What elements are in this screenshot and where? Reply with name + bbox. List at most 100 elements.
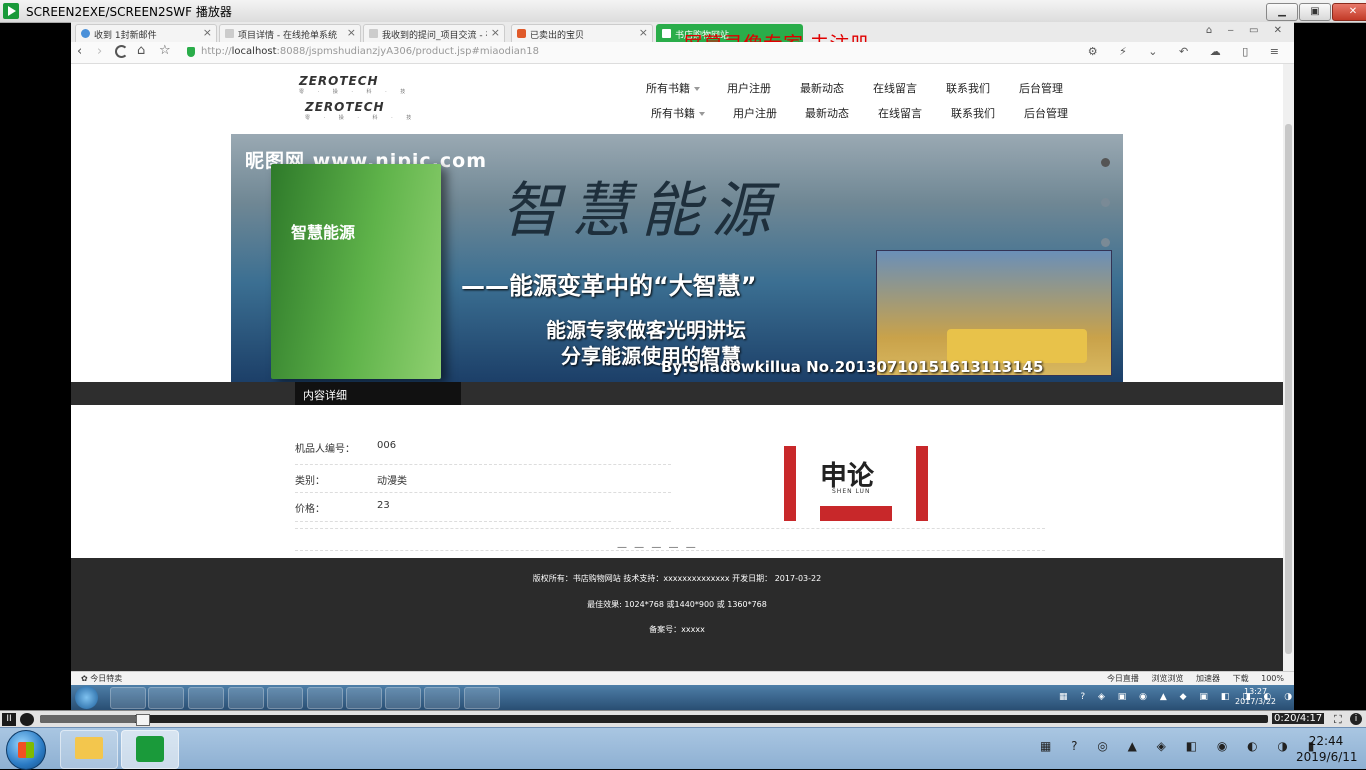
taskbar-app-icon[interactable] [385,687,421,709]
menu-admin[interactable]: 后台管理 [1019,80,1063,96]
system-clock[interactable]: 22:44 2019/6/11 [1296,733,1358,765]
start-orb-icon[interactable] [75,686,98,709]
tab-questions[interactable]: 我收到的提问_项目交流 - 在线抢× [363,24,505,43]
maximize-button[interactable]: ▣ [1299,3,1331,21]
status-zoom[interactable]: 100% [1261,674,1284,683]
close-tab-icon[interactable]: × [491,26,500,39]
system-tray-icons[interactable]: ▦ ? ◎ ▲ ◈ ◧ ◉ ◐ ◑ ▮ [1040,739,1322,753]
page-icon [225,29,234,38]
time-readout: 0:20/4:17 [1272,713,1325,724]
taskbar-app-icon[interactable] [346,687,382,709]
info-button[interactable]: i [1350,713,1362,725]
section-bar: 内容详细 [71,382,1283,405]
carousel-dot[interactable] [1101,238,1110,247]
windows-logo-icon [18,742,34,758]
forward-icon[interactable]: › [97,44,102,59]
status-deals[interactable]: ✿ 今日特卖 [81,673,122,684]
section-title: 内容详细 [303,389,347,402]
menu-messages[interactable]: 在线留言 [873,80,917,96]
banner-calligraphy: 智慧能源 [501,176,781,246]
back-icon[interactable]: ‹ [77,44,82,59]
carousel-dot[interactable] [1101,158,1110,167]
product-image[interactable]: 申论 SHEN LUN [784,446,928,521]
menu-all-books[interactable]: 所有书籍 [646,80,700,96]
scrollbar-thumb[interactable] [1285,124,1292,654]
footer-record-number: 备案号：xxxxx [649,625,705,634]
fullscreen-button[interactable]: ⛶ [1334,713,1342,727]
taskbar-player[interactable] [121,730,179,769]
menu-contact-duplicate[interactable]: 联系我们 [951,105,995,121]
taskbar-app-icon[interactable] [110,687,146,709]
seek-bar[interactable] [40,714,1268,726]
menu-admin-duplicate[interactable]: 后台管理 [1024,105,1068,121]
start-button[interactable] [6,730,46,770]
status-tools[interactable]: 今日直播 浏览浏览 加速器 下载 100% [1107,673,1284,684]
home-icon[interactable]: ⌂ [137,43,145,58]
player-icon [136,736,164,762]
tab-project-detail[interactable]: 项目详情 - 在线抢单系统 × [219,24,361,43]
taskbar-app-icon[interactable] [464,687,500,709]
menu-register-duplicate[interactable]: 用户注册 [733,105,777,121]
menu-messages-duplicate[interactable]: 在线留言 [878,105,922,121]
window-controls[interactable]: ⌂ ‒ ▭ ✕ [1206,25,1288,36]
menu-news[interactable]: 最新动态 [800,80,844,96]
divider [295,521,671,522]
taskbar-app-icon[interactable] [228,687,264,709]
chevron-down-icon [694,87,700,91]
stop-button[interactable] [20,713,34,726]
banner-line-1: 能源专家做客光明讲坛 [546,318,746,342]
close-button[interactable]: ✕ [1332,3,1366,21]
banner-subtitle: ——能源变革中的“大智慧” [461,272,757,300]
taskbar-app-icon[interactable] [424,687,460,709]
banner-book-image: 智慧能源 [271,164,441,379]
site-footer: 版权所有：书店购物网站 技术支持：xxxxxxxxxxxxxx 开发日期： 20… [71,558,1283,671]
taskbar-app-icon[interactable] [188,687,224,709]
secure-shield-icon [187,47,195,57]
pause-button[interactable]: II [2,713,16,726]
gift-icon: ✿ [81,674,91,683]
taskbar-explorer[interactable] [60,730,118,769]
site-logo[interactable]: ZEROTECH 零 · 操 · 科 · 技 [299,74,411,95]
close-tab-icon[interactable]: × [203,26,212,39]
menu-news-duplicate[interactable]: 最新动态 [805,105,849,121]
seek-handle[interactable] [136,714,150,726]
taskbar-app-icon[interactable] [307,687,343,709]
taskbar-app-icon[interactable] [148,687,184,709]
footer-copyright: 版权所有：书店购物网站 技术支持：xxxxxxxxxxxxxx 开发日期： 20… [532,574,822,583]
banner-carousel[interactable]: 昵图网 www.nipic.com 智慧能源 智慧能源 ——能源变革中的“大智慧… [231,134,1123,382]
page-icon [369,29,378,38]
status-live[interactable]: 今日直播 [1107,674,1139,683]
recorded-clock: 13:27 2017/3/22 [1235,687,1277,706]
taskbar: ▦ ? ◎ ▲ ◈ ◧ ◉ ◐ ◑ ▮ 22:44 2019/6/11 [0,727,1366,770]
status-browse[interactable]: 浏览浏览 [1151,674,1183,683]
field-value-price: 23 [377,500,390,511]
url-input[interactable]: http://localhost:8088/jspmshudianzjyA306… [201,46,539,57]
seek-progress [40,715,136,723]
loading-icon[interactable] [115,45,128,58]
menu-all-books-duplicate[interactable]: 所有书籍 [651,105,705,121]
browser-window: 收到 1封新邮件× 项目详情 - 在线抢单系统× 我收到的提问_项目交流 - 在… [71,22,1294,685]
close-tab-icon[interactable]: × [347,26,356,39]
pagination[interactable]: — — — — — [617,542,698,553]
browser-toolbar-icons[interactable]: ⚙ ⚡ ⌄ ↶ ☁ ▯ ≡ [1088,45,1288,58]
site-logo-duplicate[interactable]: ZEROTECH 零 · 操 · 科 · 技 [305,100,417,121]
banner-credit: By:Shadowkillua No.20130710151613113145 [661,358,1044,376]
carousel-dot[interactable] [1101,198,1110,207]
menu-contact[interactable]: 联系我们 [946,80,990,96]
tab-mail[interactable]: 收到 1封新邮件 × [75,24,217,43]
minimize-button[interactable]: ▁ [1266,3,1298,21]
address-bar: ‹ › ⌂ ☆ http://localhost:8088/jspmshudia… [71,42,1294,64]
close-tab-icon[interactable]: × [639,26,648,39]
field-value-id: 006 [377,440,397,451]
taskbar-app-icon[interactable] [267,687,303,709]
status-download[interactable]: 下载 [1233,674,1249,683]
folder-icon [75,737,103,759]
favorite-star-icon[interactable]: ☆ [159,43,171,58]
divider [295,528,1045,529]
browser-statusbar: ✿ 今日特卖 今日直播 浏览浏览 加速器 下载 100% [71,671,1294,685]
status-accelerator[interactable]: 加速器 [1196,674,1220,683]
menu-register[interactable]: 用户注册 [727,80,771,96]
tab-sold-items[interactable]: 已卖出的宝贝 × [511,24,653,43]
page-scrollbar[interactable] [1283,64,1294,671]
divider [295,492,671,493]
